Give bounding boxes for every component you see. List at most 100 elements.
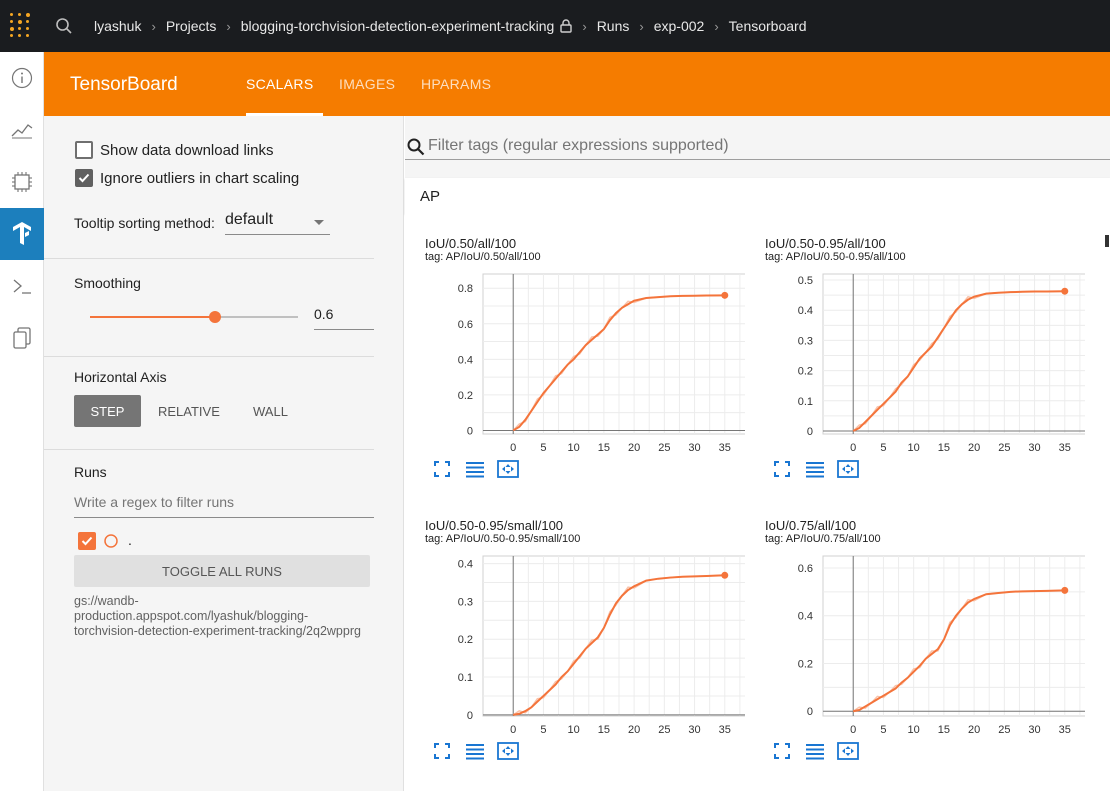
- logo-dot: [18, 20, 22, 24]
- axis-wall-button[interactable]: WALL: [253, 404, 288, 419]
- rail-item-tensorboard[interactable]: [0, 208, 44, 260]
- x-tick-label: 35: [719, 724, 731, 736]
- x-tick-label: 30: [1028, 724, 1040, 736]
- series-end-point: [1061, 586, 1069, 594]
- runs-filter-input[interactable]: Write a regex to filter runs: [74, 494, 374, 518]
- toggle-log-scale-icon[interactable]: [805, 460, 825, 478]
- tab-images[interactable]: IMAGES: [339, 76, 395, 92]
- breadcrumb-projects[interactable]: Projects: [166, 18, 217, 34]
- smoothing-input[interactable]: 0.6: [314, 306, 374, 330]
- run-name: .: [128, 532, 132, 548]
- y-tick-label: 0.2: [798, 366, 813, 378]
- chevron-right-icon: ›: [151, 18, 156, 34]
- show-download-links-checkbox[interactable]: [75, 141, 93, 159]
- chart-toolbar: [433, 742, 533, 762]
- search-icon[interactable]: [55, 17, 73, 35]
- tag-group-header[interactable]: AP: [405, 178, 1110, 214]
- wandb-logo-icon[interactable]: [0, 0, 44, 52]
- rail-item-system[interactable]: [0, 156, 44, 208]
- breadcrumb-user[interactable]: lyashuk: [94, 18, 141, 34]
- tensorboard-title: TensorBoard: [70, 74, 178, 95]
- chart-title-cutoff: [1105, 235, 1109, 247]
- logo-dot: [10, 34, 13, 37]
- breadcrumb-runs[interactable]: Runs: [597, 18, 630, 34]
- x-tick-label: 15: [598, 442, 610, 454]
- chart-toolbar: [773, 460, 873, 480]
- x-tick-label: 30: [688, 724, 700, 736]
- breadcrumb-run[interactable]: exp-002: [654, 18, 705, 34]
- fit-domain-icon[interactable]: [837, 742, 859, 760]
- x-tick-label: 30: [688, 442, 700, 454]
- tag-filter-input[interactable]: Filter tags (regular expressions support…: [405, 132, 1110, 160]
- y-tick-label: 0.1: [458, 672, 473, 684]
- series-end-point: [721, 291, 729, 299]
- x-tick-label: 20: [968, 442, 980, 454]
- settings-sidebar: Show data download links Ignore outliers…: [44, 116, 404, 791]
- toggle-log-scale-icon[interactable]: [465, 460, 485, 478]
- chart-card-partial: [1085, 214, 1110, 494]
- tooltip-sorting-select[interactable]: default: [225, 211, 330, 235]
- logo-dot: [26, 34, 29, 37]
- search-icon: [407, 138, 425, 156]
- x-tick-label: 5: [540, 724, 546, 736]
- chart-cards: IoU/0.50/all/100 tag: AP/IoU/0.50/all/10…: [405, 214, 1110, 791]
- top-bar: lyashuk › Projects › blogging-torchvisio…: [0, 0, 1110, 52]
- rail-item-charts[interactable]: [0, 104, 44, 156]
- run-color-swatch-icon[interactable]: [104, 534, 120, 550]
- x-tick-label: 5: [880, 724, 886, 736]
- logo-dot: [26, 13, 30, 17]
- fit-domain-icon[interactable]: [837, 460, 859, 478]
- fullscreen-icon[interactable]: [773, 742, 793, 760]
- rail-item-files[interactable]: [0, 312, 44, 364]
- smoothing-value: 0.6: [314, 306, 334, 322]
- x-tick-label: 0: [510, 724, 516, 736]
- plot-frame: [482, 555, 745, 717]
- y-tick-label: 0.4: [798, 305, 813, 317]
- x-tick-label: 30: [1028, 442, 1040, 454]
- fullscreen-icon[interactable]: [433, 460, 453, 478]
- x-tick-label: 35: [1059, 724, 1071, 736]
- x-tick-label: 25: [658, 724, 670, 736]
- tooltip-sorting-label: Tooltip sorting method:: [74, 215, 215, 231]
- y-tick-label: 0.4: [458, 559, 473, 571]
- y-tick-label: 0.2: [798, 658, 813, 670]
- left-rail: [0, 52, 44, 791]
- toggle-all-runs-button[interactable]: TOGGLE ALL RUNS: [74, 555, 370, 587]
- y-tick-label: 0: [467, 425, 473, 437]
- chevron-right-icon: ›: [714, 18, 719, 34]
- y-tick-label: 0: [807, 706, 813, 718]
- x-tick-label: 10: [908, 724, 920, 736]
- divider: [44, 449, 374, 450]
- fit-domain-icon[interactable]: [497, 742, 519, 760]
- smoothing-slider-fill: [90, 316, 215, 318]
- chart-toolbar: [773, 742, 873, 762]
- dropdown-arrow-icon: [314, 220, 324, 225]
- toggle-log-scale-icon[interactable]: [805, 742, 825, 760]
- ignore-outliers-checkbox[interactable]: [75, 169, 93, 187]
- axis-step-button[interactable]: STEP: [74, 395, 141, 427]
- axis-relative-button[interactable]: RELATIVE: [158, 404, 220, 419]
- y-tick-label: 0.2: [458, 390, 473, 402]
- logo-dot: [26, 27, 29, 30]
- chevron-right-icon: ›: [639, 18, 644, 34]
- x-tick-label: 0: [510, 442, 516, 454]
- logo-dot: [10, 27, 14, 31]
- chart-card: IoU/0.50-0.95/all/100 tag: AP/IoU/0.50-0…: [745, 214, 1085, 494]
- x-tick-label: 20: [628, 724, 640, 736]
- rail-item-logs[interactable]: [0, 260, 44, 312]
- plot-frame: [482, 273, 745, 435]
- fit-domain-icon[interactable]: [497, 460, 519, 478]
- run-checkbox[interactable]: [78, 532, 96, 550]
- rail-item-overview[interactable]: [0, 52, 44, 104]
- tab-scalars[interactable]: SCALARS: [246, 76, 313, 92]
- chart-plot: 0 5 10 15 20 25 30 35 0 0.1 0.2 0.3 0.4: [458, 555, 745, 736]
- fullscreen-icon[interactable]: [433, 742, 453, 760]
- toggle-log-scale-icon[interactable]: [465, 742, 485, 760]
- chart-card: IoU/0.75/all/100 tag: AP/IoU/0.75/all/10…: [745, 496, 1085, 776]
- fullscreen-icon[interactable]: [773, 460, 793, 478]
- x-tick-label: 25: [658, 442, 670, 454]
- tab-hparams[interactable]: HPARAMS: [421, 76, 491, 92]
- breadcrumb-project[interactable]: blogging-torchvision-detection-experimen…: [241, 18, 555, 34]
- smoothing-slider-thumb[interactable]: [208, 311, 221, 323]
- x-tick-label: 10: [908, 442, 920, 454]
